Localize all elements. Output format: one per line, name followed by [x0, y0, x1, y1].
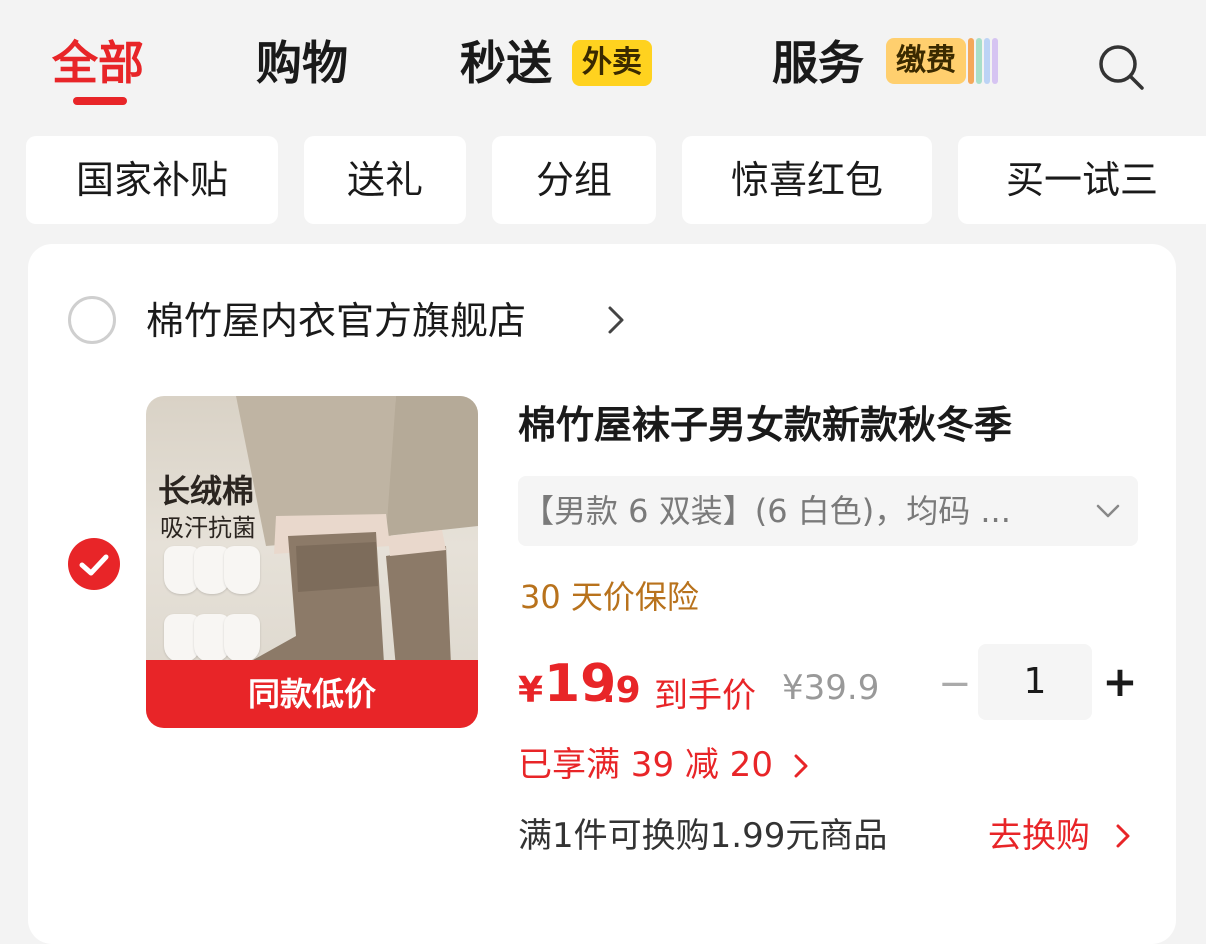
- product-title[interactable]: 棉竹屋袜子男女款新款秋冬季: [518, 398, 1012, 452]
- chip-surprise-red-packet[interactable]: 惊喜红包: [682, 136, 932, 224]
- price-currency: ¥: [518, 670, 544, 711]
- payment-badge: 缴费: [886, 38, 966, 84]
- spec-text: 【男款 6 双装】(6 白色)，均码 ...: [522, 492, 1011, 530]
- price-protection-label[interactable]: 30 天价保险: [520, 572, 699, 622]
- chip-group[interactable]: 分组: [492, 136, 656, 224]
- quantity-increase-button[interactable]: +: [1100, 660, 1140, 704]
- check-icon: [79, 554, 109, 576]
- mini-sock-decoration: [224, 546, 260, 594]
- spec-selector[interactable]: 【男款 6 双装】(6 白色)，均码 ...: [518, 476, 1138, 546]
- tab-all[interactable]: 全部: [52, 30, 144, 96]
- item-select-checkbox[interactable]: [68, 538, 120, 590]
- chip-buy-one-try-three[interactable]: 买一试三: [958, 136, 1206, 224]
- chevron-down-icon: [1096, 504, 1120, 518]
- takeout-badge: 外卖: [572, 40, 652, 86]
- chip-gift[interactable]: 送礼: [304, 136, 466, 224]
- chevron-right-icon[interactable]: [792, 752, 810, 780]
- chip-national-subsidy[interactable]: 国家补贴: [26, 136, 278, 224]
- product-image[interactable]: 长绒棉 吸汗抗菌 同款低价: [146, 396, 478, 728]
- tab-shopping[interactable]: 购物: [256, 30, 348, 96]
- tab-express[interactable]: 秒送: [460, 30, 552, 96]
- image-caption-main: 长绒棉: [158, 472, 255, 510]
- chevron-right-icon[interactable]: [606, 304, 626, 336]
- mini-sock-decoration: [224, 614, 260, 662]
- price-decimal: .9: [602, 670, 641, 711]
- image-caption-sub: 吸汗抗菌: [160, 514, 256, 542]
- search-icon[interactable]: [1096, 42, 1148, 94]
- quantity-input[interactable]: 1: [978, 644, 1092, 720]
- discount-promo-link[interactable]: 已享满 39 减 20: [518, 740, 773, 790]
- store-name[interactable]: 棉竹屋内衣官方旗舰店: [146, 294, 526, 348]
- tab-active-indicator: [73, 97, 127, 105]
- top-tab-bar: 全部 购物 秒送 外卖 服务 缴费: [0, 0, 1206, 130]
- badge-stripes-decoration: [966, 38, 1000, 84]
- tab-service[interactable]: 服务: [772, 30, 864, 96]
- final-price-label: 到手价: [654, 676, 756, 716]
- same-item-low-price-banner: 同款低价: [146, 660, 478, 728]
- store-select-radio[interactable]: [68, 296, 116, 344]
- swap-purchase-info: 满1件可换购1.99元商品: [518, 816, 888, 856]
- original-price: ¥39.9: [782, 668, 880, 708]
- chevron-right-icon[interactable]: [1114, 822, 1132, 850]
- quantity-decrease-button[interactable]: −: [938, 664, 972, 704]
- swap-purchase-link[interactable]: 去换购: [988, 810, 1090, 862]
